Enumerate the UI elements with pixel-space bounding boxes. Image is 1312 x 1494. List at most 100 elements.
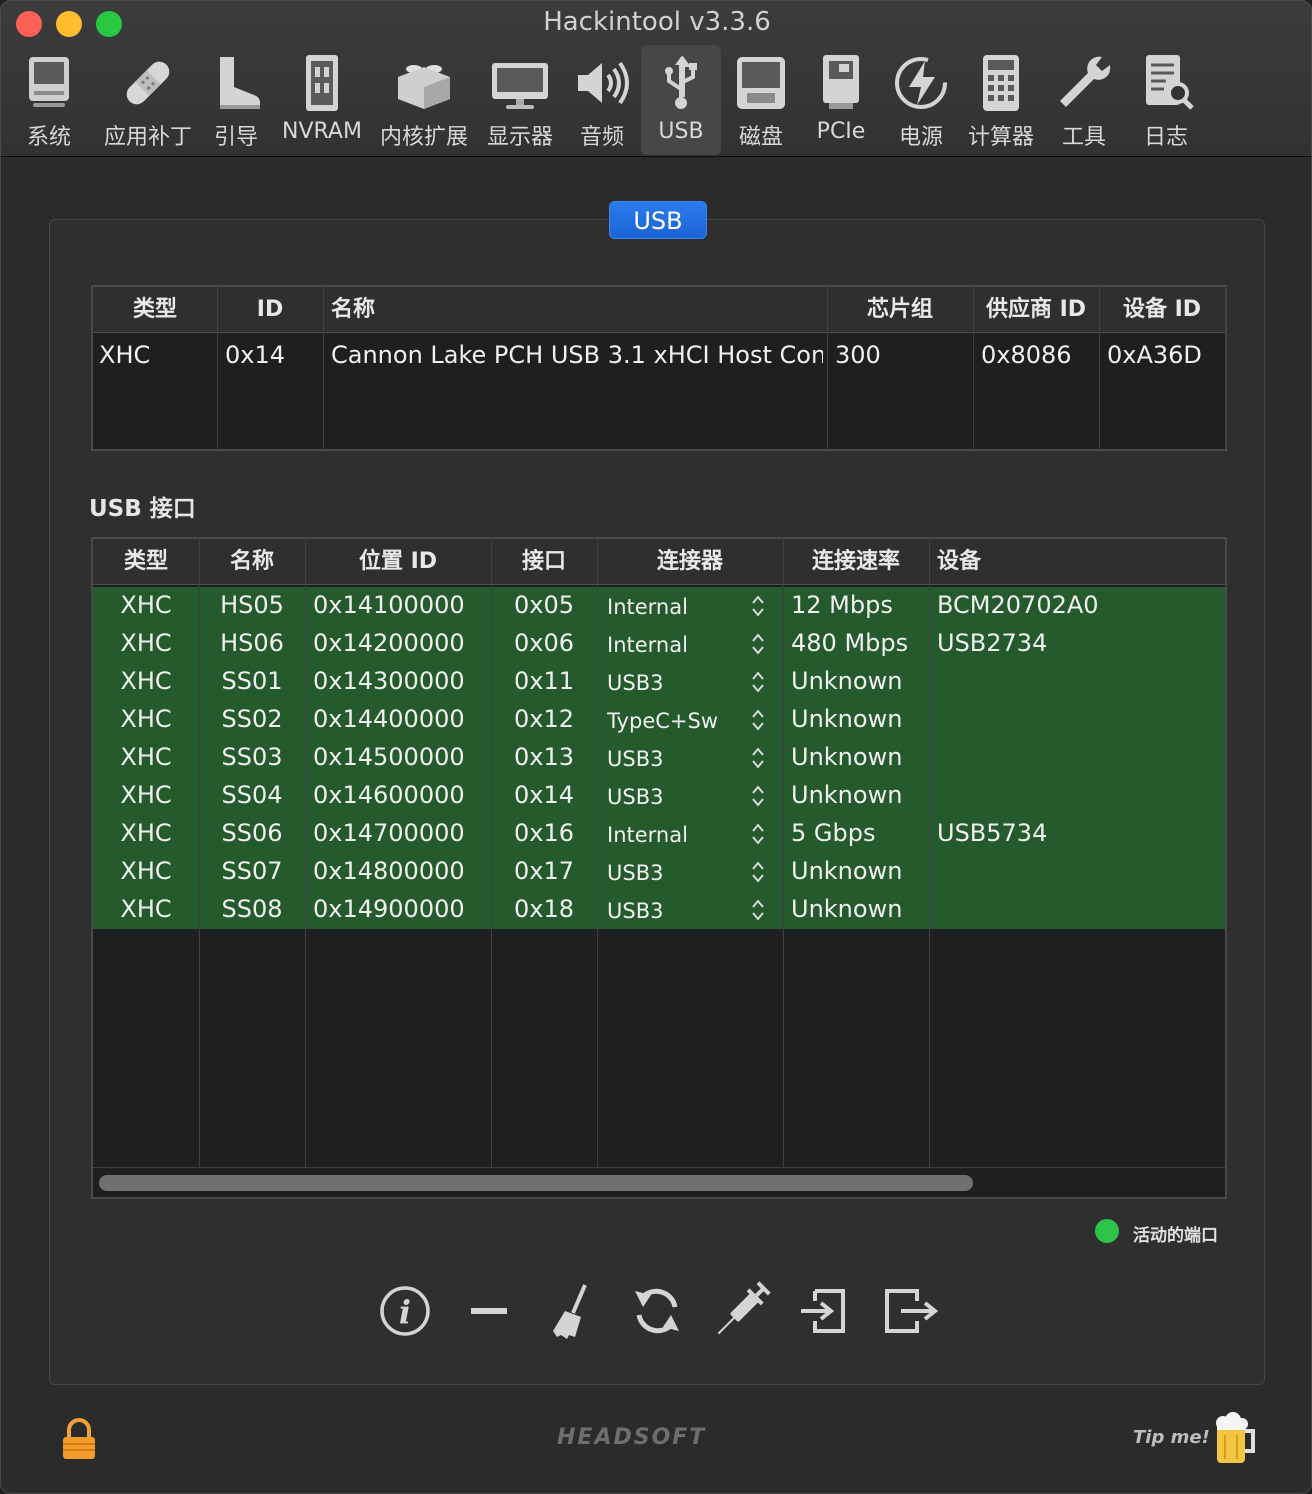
connector-select[interactable]: Internal: [607, 633, 737, 657]
cell-name: SS07: [221, 857, 283, 885]
chevron-updown-icon[interactable]: [751, 632, 765, 656]
toolbar-item-calculator[interactable]: 计算器: [963, 45, 1039, 155]
beer-mug-icon[interactable]: [1211, 1411, 1259, 1467]
wrench-icon: [1060, 56, 1111, 107]
cell-port: 0x05: [513, 591, 574, 619]
boot-icon: [220, 57, 260, 109]
toolbar-item-display[interactable]: 显示器: [481, 45, 559, 155]
titlebar: Hackintool v3.3.6 系统 应用补丁 引导 NVRAM 内核扩展 …: [1, 1, 1311, 157]
import-icon[interactable]: [795, 1281, 855, 1341]
chevron-updown-icon[interactable]: [751, 670, 765, 694]
cell-speed: 480 Mbps: [791, 629, 909, 657]
toolbar-item-kext[interactable]: 内核扩展: [377, 45, 471, 155]
app-window: Hackintool v3.3.6 系统 应用补丁 引导 NVRAM 内核扩展 …: [0, 0, 1312, 1494]
cell-type: XHC: [120, 781, 172, 809]
column-name[interactable]: 名称: [199, 539, 305, 585]
toolbar-item-logs[interactable]: 日志: [1131, 45, 1201, 155]
column-type[interactable]: 类型: [93, 287, 217, 333]
info-icon[interactable]: i: [375, 1281, 435, 1341]
remove-icon[interactable]: [459, 1281, 519, 1341]
cell-device: USB2734: [937, 629, 1048, 657]
speaker-icon: [578, 61, 629, 105]
chevron-updown-icon[interactable]: [751, 708, 765, 732]
column-speed[interactable]: 连接速率: [783, 539, 929, 585]
column-device-id[interactable]: 设备 ID: [1099, 287, 1225, 333]
active-port-legend-label: 活动的端口: [1133, 1226, 1218, 1246]
log-search-icon: [1146, 55, 1194, 110]
column-name[interactable]: 名称: [331, 287, 811, 333]
column-location-id[interactable]: 位置 ID: [305, 539, 491, 585]
cell-port: 0x12: [513, 705, 574, 733]
column-device[interactable]: 设备: [937, 539, 1217, 585]
tip-me-link[interactable]: Tip me!: [1133, 1427, 1210, 1448]
cell-speed: Unknown: [791, 667, 903, 695]
toolbar-item-power[interactable]: 电源: [887, 45, 955, 155]
tab-usb[interactable]: USB: [609, 201, 707, 239]
toolbar-item-system[interactable]: 系统: [9, 45, 89, 155]
cell-location-id: 0x14200000: [313, 629, 465, 657]
cell-type: XHC: [120, 667, 172, 695]
connector-select[interactable]: USB3: [607, 671, 737, 695]
horizontal-scrollbar[interactable]: [99, 1175, 973, 1191]
chevron-updown-icon[interactable]: [751, 822, 765, 846]
column-vendor-id[interactable]: 供应商 ID: [973, 287, 1099, 333]
toolbar-item-pcie[interactable]: PCIe: [807, 45, 875, 155]
toolbar-item-audio[interactable]: 音频: [569, 45, 635, 155]
cell-speed: Unknown: [791, 743, 903, 771]
lock-icon[interactable]: [59, 1417, 99, 1461]
connector-select[interactable]: TypeC+Sw: [607, 709, 737, 733]
headsoft-logo[interactable]: HEADSOFT: [557, 1425, 757, 1450]
active-port-legend-dot: [1095, 1219, 1119, 1243]
syringe-icon[interactable]: [711, 1281, 771, 1341]
chevron-updown-icon[interactable]: [751, 594, 765, 618]
toolbar-item-tools[interactable]: 工具: [1049, 45, 1119, 155]
toolbar-item-disk[interactable]: 磁盘: [727, 45, 795, 155]
pcie-card-icon: [823, 55, 859, 109]
column-chipset[interactable]: 芯片组: [827, 287, 973, 333]
column-connector[interactable]: 连接器: [597, 539, 783, 585]
refresh-icon[interactable]: [627, 1281, 687, 1341]
cell-name: SS08: [221, 895, 283, 923]
monitor-icon: [492, 63, 548, 109]
bandage-icon: [126, 61, 170, 105]
column-port[interactable]: 接口: [491, 539, 597, 585]
broom-icon[interactable]: [543, 1281, 603, 1341]
connector-select[interactable]: Internal: [607, 823, 737, 847]
cell-port: 0x18: [513, 895, 574, 923]
chevron-updown-icon[interactable]: [751, 860, 765, 884]
connector-select[interactable]: USB3: [607, 747, 737, 771]
cell-type: XHC: [120, 591, 172, 619]
cell-device: USB5734: [937, 819, 1048, 847]
connector-select[interactable]: USB3: [607, 861, 737, 885]
chevron-updown-icon[interactable]: [751, 898, 765, 922]
cell-port: 0x16: [513, 819, 574, 847]
cell-device: BCM20702A0: [937, 591, 1099, 619]
toolbar-item-usb[interactable]: USB: [641, 45, 721, 155]
cell-name: SS04: [221, 781, 283, 809]
connector-select[interactable]: USB3: [607, 899, 737, 923]
cell-name: SS03: [221, 743, 283, 771]
cell-name: SS06: [221, 819, 283, 847]
cell-location-id: 0x14700000: [313, 819, 465, 847]
cell-speed: Unknown: [791, 705, 903, 733]
column-type[interactable]: 类型: [93, 539, 199, 585]
connector-select[interactable]: Internal: [607, 595, 737, 619]
cell-name: HS05: [220, 591, 284, 619]
toolbar-item-patch[interactable]: 应用补丁: [93, 45, 203, 155]
toolbar-item-boot[interactable]: 引导: [201, 45, 271, 155]
chevron-updown-icon[interactable]: [751, 746, 765, 770]
cell-name: HS06: [220, 629, 284, 657]
toolbar-item-nvram[interactable]: NVRAM: [279, 45, 365, 155]
disk-icon: [737, 57, 785, 109]
export-icon[interactable]: [879, 1281, 939, 1341]
cell-location-id: 0x14500000: [313, 743, 465, 771]
column-id[interactable]: ID: [217, 287, 323, 333]
connector-select[interactable]: USB3: [607, 785, 737, 809]
cell-port: 0x06: [513, 629, 574, 657]
cell-location-id: 0x14300000: [313, 667, 465, 695]
svg-text:i: i: [399, 1293, 411, 1331]
cell-speed: Unknown: [791, 895, 903, 923]
chevron-updown-icon[interactable]: [751, 784, 765, 808]
power-bolt-icon: [895, 57, 947, 109]
cell-name: SS01: [221, 667, 283, 695]
